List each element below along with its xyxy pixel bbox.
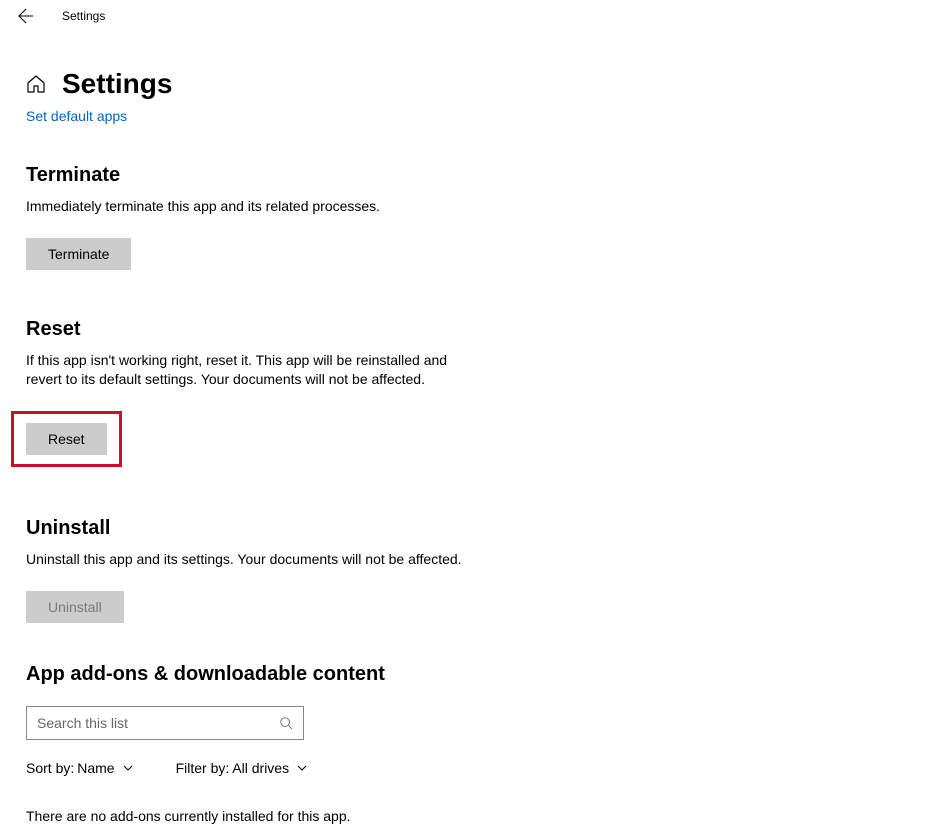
uninstall-description: Uninstall this app and its settings. You… xyxy=(26,550,486,569)
sort-by-value: Name xyxy=(77,760,114,776)
page-header: Settings xyxy=(26,68,915,100)
filter-by-dropdown[interactable]: Filter by: All drives xyxy=(176,760,308,776)
uninstall-button[interactable]: Uninstall xyxy=(26,591,124,623)
content-area: Settings Set default apps Terminate Imme… xyxy=(0,32,941,824)
uninstall-heading: Uninstall xyxy=(26,517,486,540)
addons-section: App add-ons & downloadable content Sort … xyxy=(26,663,486,824)
set-default-apps-link[interactable]: Set default apps xyxy=(26,108,127,124)
terminate-heading: Terminate xyxy=(26,164,486,187)
uninstall-section: Uninstall Uninstall this app and its set… xyxy=(26,517,486,623)
sort-by-dropdown[interactable]: Sort by: Name xyxy=(26,760,134,776)
reset-heading: Reset xyxy=(26,318,486,341)
window-title: Settings xyxy=(62,9,105,23)
reset-highlight: Reset xyxy=(11,411,122,467)
filter-by-value: All drives xyxy=(232,760,289,776)
reset-section: Reset If this app isn't working right, r… xyxy=(26,318,486,467)
addons-search-box[interactable] xyxy=(26,706,304,740)
addons-empty-message: There are no add-ons currently installed… xyxy=(26,808,486,824)
filter-by-label: Filter by: xyxy=(176,760,230,776)
sort-by-label: Sort by: xyxy=(26,760,74,776)
titlebar: Settings xyxy=(0,0,941,32)
search-icon xyxy=(279,716,293,730)
addons-search-input[interactable] xyxy=(37,715,279,731)
home-icon xyxy=(26,74,46,94)
reset-description: If this app isn't working right, reset i… xyxy=(26,351,486,389)
terminate-button[interactable]: Terminate xyxy=(26,238,131,270)
arrow-left-icon xyxy=(18,8,34,24)
chevron-down-icon xyxy=(296,762,308,774)
terminate-section: Terminate Immediately terminate this app… xyxy=(26,164,486,270)
addons-heading: App add-ons & downloadable content xyxy=(26,663,486,686)
chevron-down-icon xyxy=(122,762,134,774)
addons-filters: Sort by: Name Filter by: All drives xyxy=(26,760,486,776)
terminate-description: Immediately terminate this app and its r… xyxy=(26,197,486,216)
back-button[interactable] xyxy=(18,8,34,24)
reset-button[interactable]: Reset xyxy=(26,423,107,455)
page-title: Settings xyxy=(62,68,172,100)
